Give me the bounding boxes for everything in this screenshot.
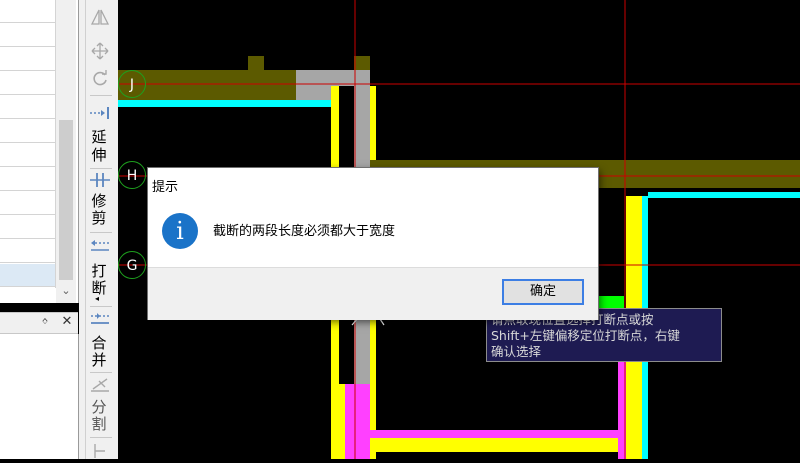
list-item[interactable]	[0, 0, 55, 23]
wall-magenta	[345, 384, 370, 459]
list-item[interactable]	[0, 120, 55, 143]
axis-bubble-h: H	[118, 161, 146, 189]
extend-label-2[interactable]: 伸	[89, 146, 109, 165]
break-icon[interactable]	[88, 238, 112, 256]
list-item[interactable]	[0, 264, 55, 287]
toolbar-separator	[90, 437, 112, 438]
beam-olive-stub	[248, 56, 264, 70]
tooltip-line: Shift+左键偏移定位打断点，右键	[491, 328, 680, 343]
extend-label-1[interactable]: 延	[89, 128, 109, 147]
list-item[interactable]	[0, 24, 55, 47]
extend-icon[interactable]	[88, 106, 112, 124]
close-icon[interactable]: ✕	[60, 313, 74, 331]
flyout-arrow-icon[interactable]: ◂	[95, 294, 103, 303]
mirror-icon[interactable]	[88, 8, 112, 26]
merge-label-2[interactable]: 并	[89, 351, 109, 370]
tooltip-line: 确认选择	[491, 344, 542, 359]
list-item[interactable]	[0, 192, 55, 215]
toolbar-more-icon[interactable]	[88, 442, 112, 460]
toolbar-separator	[90, 306, 112, 307]
move-icon[interactable]	[88, 42, 112, 60]
list-item[interactable]	[0, 144, 55, 167]
beam-olive-stub	[354, 56, 370, 70]
split-label-2[interactable]: 割	[89, 415, 109, 434]
toolbar-separator	[90, 95, 112, 96]
merge-icon[interactable]	[88, 312, 112, 330]
wall-magenta	[370, 430, 626, 438]
rotate-icon[interactable]	[88, 70, 112, 88]
list-item[interactable]	[0, 240, 55, 263]
list-item[interactable]	[0, 96, 55, 119]
selection-marker-green	[598, 296, 624, 308]
axis-bubble-g: G	[118, 251, 146, 279]
list-scrollbar-thumb[interactable]	[59, 120, 73, 280]
dialog-message: 截断的两段长度必须都大于宽度	[213, 224, 396, 239]
list-item[interactable]	[0, 216, 55, 239]
list-item[interactable]	[0, 72, 55, 95]
secondary-panel-body	[0, 334, 79, 459]
toolbar-separator	[90, 232, 112, 233]
trim-icon[interactable]	[88, 172, 112, 190]
pin-icon[interactable]: ᛜ	[38, 313, 52, 331]
ok-button[interactable]: 确定	[502, 279, 584, 305]
info-icon: i	[162, 213, 198, 249]
dialog-title: 提示	[152, 180, 179, 195]
list-item[interactable]	[0, 168, 55, 191]
toolbar-separator	[90, 372, 112, 373]
wall-cyan	[118, 100, 354, 107]
list-item[interactable]	[0, 48, 55, 71]
wall-cyan	[648, 192, 800, 198]
split-icon[interactable]	[88, 377, 112, 395]
toolbar-separator	[90, 168, 112, 169]
trim-label-2[interactable]: 剪	[89, 209, 109, 228]
axis-bubble-j: J	[118, 70, 146, 98]
wall-yellow	[331, 384, 345, 459]
scroll-down-icon[interactable]: ⌄	[57, 283, 75, 299]
wall-yellow	[370, 438, 626, 452]
